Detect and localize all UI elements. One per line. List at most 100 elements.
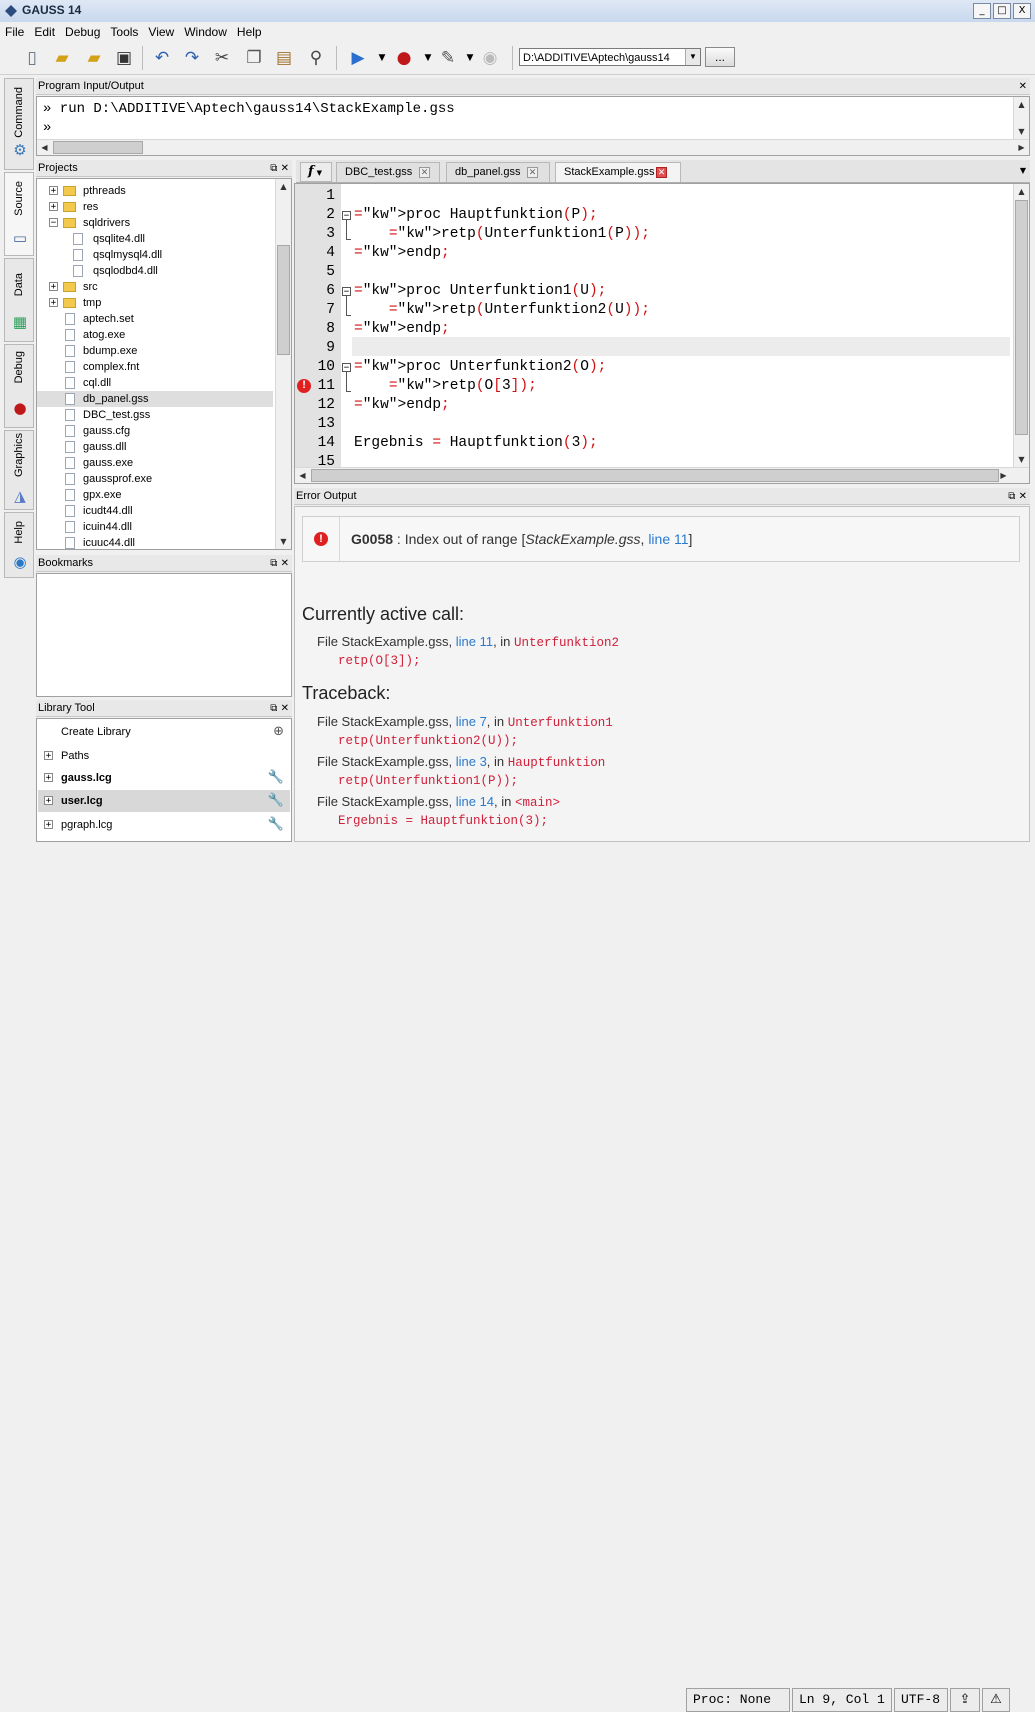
tree-item[interactable]: gauss.exe: [37, 455, 273, 471]
expand-icon[interactable]: +: [44, 773, 53, 783]
float-close-icon[interactable]: ⧉ ✕: [270, 700, 289, 717]
library-item[interactable]: + Paths: [38, 745, 290, 767]
new-file-icon[interactable]: ▯: [20, 46, 44, 70]
tree-item[interactable]: icudt44.dll: [37, 503, 273, 519]
fold-icon[interactable]: −: [342, 287, 351, 297]
tree-item[interactable]: + tmp: [37, 295, 273, 311]
save-icon[interactable]: ▣: [112, 46, 136, 70]
minimize-button[interactable]: _: [973, 3, 991, 19]
float-close-icon[interactable]: ⧉ ✕: [270, 160, 289, 177]
tab-source[interactable]: Source ▭: [4, 172, 34, 256]
traceback-line-link[interactable]: line 14: [456, 794, 494, 809]
tab-graphics[interactable]: Graphics ◮: [4, 430, 34, 510]
wrench-icon[interactable]: 🔧: [268, 767, 284, 789]
tree-item[interactable]: DBC_test.gss: [37, 407, 273, 423]
active-call-line-link[interactable]: line 11: [456, 634, 493, 649]
library-item[interactable]: + gauss.lcg 🔧: [38, 767, 290, 789]
tree-item[interactable]: gauss.dll: [37, 439, 273, 455]
edit-icon[interactable]: ✎: [436, 46, 460, 70]
maximize-button[interactable]: □: [993, 3, 1011, 19]
scroll-up-icon[interactable]: ▲: [1014, 184, 1029, 199]
warning-icon[interactable]: ⚠: [982, 1688, 1010, 1712]
collapse-icon[interactable]: −: [49, 218, 58, 228]
tab-db-panel[interactable]: db_panel.gss ✕: [446, 162, 550, 182]
code-line[interactable]: ="kw">endp;: [354, 244, 450, 263]
code-line[interactable]: ="kw">proc Unterfunktion1(U);: [354, 282, 606, 301]
code-line[interactable]: ="kw">proc Hauptfunktion(P);: [354, 206, 598, 225]
close-icon[interactable]: ✕: [1019, 78, 1027, 95]
expand-icon[interactable]: +: [49, 186, 58, 196]
tree-item[interactable]: gaussprof.exe: [37, 471, 273, 487]
tree-item[interactable]: atog.exe: [37, 327, 273, 343]
tree-item[interactable]: + pthreads: [37, 183, 273, 199]
tree-item[interactable]: − sqldrivers: [37, 215, 273, 231]
menu-help[interactable]: Help: [232, 22, 267, 39]
scroll-up-icon[interactable]: ▲: [276, 179, 291, 194]
debug-icon[interactable]: ●: [392, 46, 416, 70]
projects-tree[interactable]: ▲ ▼ + pthreads + res − sqldrivers qsqlite4.dll…: [36, 178, 292, 550]
scroll-thumb[interactable]: [277, 245, 290, 355]
projects-vscroll[interactable]: ▲ ▼: [275, 179, 291, 549]
close-button[interactable]: X: [1013, 3, 1031, 19]
cut-icon[interactable]: ✂: [210, 46, 234, 70]
scroll-up-icon[interactable]: ▲: [1014, 97, 1029, 112]
menu-view[interactable]: View: [143, 22, 179, 39]
fold-icon[interactable]: −: [342, 211, 351, 221]
scroll-down-icon[interactable]: ▼: [276, 534, 291, 549]
tree-item[interactable]: cql.dll: [37, 375, 273, 391]
menu-file[interactable]: File: [0, 22, 29, 39]
scroll-left-icon[interactable]: ◀: [295, 468, 310, 483]
tree-item[interactable]: bdump.exe: [37, 343, 273, 359]
fold-icon[interactable]: −: [342, 363, 351, 373]
function-list-button[interactable]: f ▼: [300, 162, 332, 182]
tab-command[interactable]: Command ⚙: [4, 78, 34, 170]
traceback-line-link[interactable]: line 3: [456, 754, 487, 769]
code-line[interactable]: ="kw">retp(Unterfunktion2(U));: [354, 301, 650, 320]
scroll-down-icon[interactable]: ▼: [1014, 124, 1029, 139]
open-project-icon[interactable]: ▰: [82, 46, 106, 70]
expand-icon[interactable]: +: [49, 202, 58, 212]
console-vscroll[interactable]: ▲ ▼: [1013, 97, 1029, 139]
expand-icon[interactable]: +: [44, 820, 53, 830]
copy-icon[interactable]: ❐: [242, 46, 266, 70]
bookmarks-list[interactable]: [36, 573, 292, 697]
code-line[interactable]: ="kw">endp;: [354, 320, 450, 339]
code-line[interactable]: ="kw">retp(Unterfunktion1(P));: [354, 225, 650, 244]
open-folder-icon[interactable]: ▰: [50, 46, 74, 70]
wrench-icon[interactable]: 🔧: [268, 790, 284, 812]
close-tab-icon[interactable]: ✕: [527, 167, 538, 178]
browse-button[interactable]: ...: [705, 47, 735, 67]
add-circle-icon[interactable]: ⊕: [273, 721, 284, 743]
library-item[interactable]: + pgraph.lcg 🔧: [38, 814, 290, 836]
expand-icon[interactable]: +: [49, 298, 58, 308]
editor-vscroll[interactable]: ▲ ▼: [1013, 184, 1029, 467]
close-tab-icon[interactable]: ✕: [656, 167, 667, 178]
tree-item[interactable]: icuin44.dll: [37, 519, 273, 535]
tab-debug[interactable]: Debug ●: [4, 344, 34, 428]
tabs-menu-icon[interactable]: ▼: [1020, 166, 1026, 175]
tab-help[interactable]: Help ◉: [4, 512, 34, 578]
scroll-thumb[interactable]: [311, 469, 999, 482]
tree-item[interactable]: icuuc44.dll: [37, 535, 273, 549]
paste-icon[interactable]: ▤: [272, 46, 296, 70]
expand-icon[interactable]: +: [44, 796, 53, 806]
code-editor[interactable]: 1 2 ="kw">proc Hauptfunktion(P); −3 ="kw">r…: [294, 183, 1030, 484]
export-icon[interactable]: ⇪: [950, 1688, 980, 1712]
program-io-console[interactable]: » run D:\ADDITIVE\Aptech\gauss14\StackEx…: [36, 96, 1030, 156]
wrench-icon[interactable]: 🔧: [268, 814, 284, 836]
console-hscroll[interactable]: ◀ ▶: [37, 139, 1029, 155]
traceback-line-link[interactable]: line 7: [456, 714, 487, 729]
tree-item[interactable]: gpx.exe: [37, 487, 273, 503]
menu-edit[interactable]: Edit: [29, 22, 60, 39]
tree-item[interactable]: + src: [37, 279, 273, 295]
error-line-link[interactable]: line 11: [648, 531, 688, 547]
working-directory-combo[interactable]: D:\ADDITIVE\Aptech\gauss14 ▼: [519, 48, 701, 66]
code-line[interactable]: Ergebnis = Hauptfunktion(3);: [354, 434, 598, 453]
editor-hscroll[interactable]: ◀ ▶: [295, 467, 1029, 483]
tree-item[interactable]: qsqlodbd4.dll: [37, 263, 273, 279]
undo-icon[interactable]: ↶: [150, 46, 174, 70]
tree-item[interactable]: complex.fnt: [37, 359, 273, 375]
scroll-right-icon[interactable]: ▶: [996, 468, 1011, 483]
error-marker-icon[interactable]: !: [297, 379, 311, 393]
scroll-down-icon[interactable]: ▼: [1014, 452, 1029, 467]
